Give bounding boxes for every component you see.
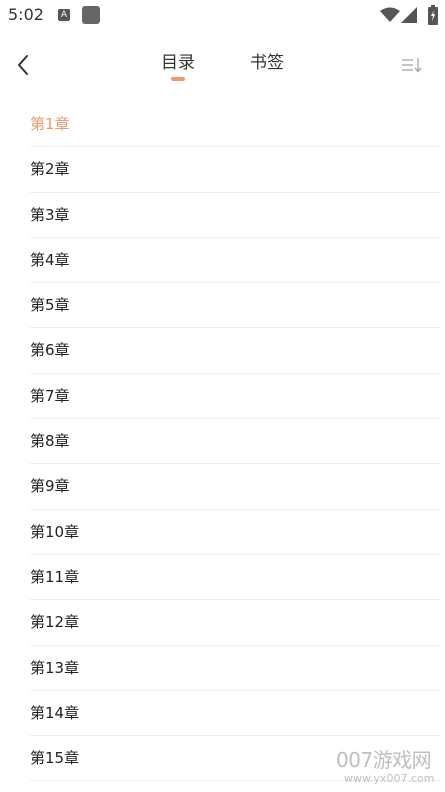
status-time: 5:02 [8, 5, 44, 24]
chapter-item-10[interactable]: 第10章 [30, 510, 440, 555]
chapter-item-9[interactable]: 第9章 [30, 464, 440, 510]
wifi-icon [380, 7, 400, 22]
site-watermark: 007游戏网 www.yx007.com [336, 742, 444, 790]
status-bar: 5:02 A [0, 0, 445, 32]
chapter-item-12[interactable]: 第12章 [30, 600, 440, 646]
back-chevron-icon[interactable] [12, 52, 36, 78]
chapter-item-1[interactable]: 第1章 [30, 102, 440, 148]
header: 目录 书签 [0, 40, 445, 90]
notification-square-icon [82, 6, 100, 24]
watermark-logo-text: 007游戏网 [336, 748, 432, 772]
app-notification-icon: A [58, 9, 70, 21]
signal-icon [401, 7, 417, 23]
chapter-item-4[interactable]: 第4章 [30, 238, 440, 284]
sort-icon[interactable] [400, 55, 426, 75]
tab-bookmarks[interactable]: 书签 [250, 48, 284, 73]
tab-table-of-contents[interactable]: 目录 [161, 48, 195, 73]
chapter-list: 第1章 第2章 第3章 第4章 第5章 第6章 第7章 第8章 第9章 第10章… [30, 102, 440, 782]
chapter-item-14[interactable]: 第14章 [30, 691, 440, 737]
chapter-item-3[interactable]: 第3章 [30, 193, 440, 238]
chapter-item-6[interactable]: 第6章 [30, 328, 440, 374]
battery-charging-icon [428, 5, 438, 25]
active-tab-indicator [171, 77, 185, 81]
chapter-item-11[interactable]: 第11章 [30, 555, 440, 601]
watermark-url: www.yx007.com [344, 772, 435, 785]
chapter-item-13[interactable]: 第13章 [30, 646, 440, 691]
chapter-item-7[interactable]: 第7章 [30, 374, 440, 420]
chapter-item-2[interactable]: 第2章 [30, 147, 440, 193]
chapter-item-5[interactable]: 第5章 [30, 283, 440, 329]
chapter-item-8[interactable]: 第8章 [30, 419, 440, 465]
